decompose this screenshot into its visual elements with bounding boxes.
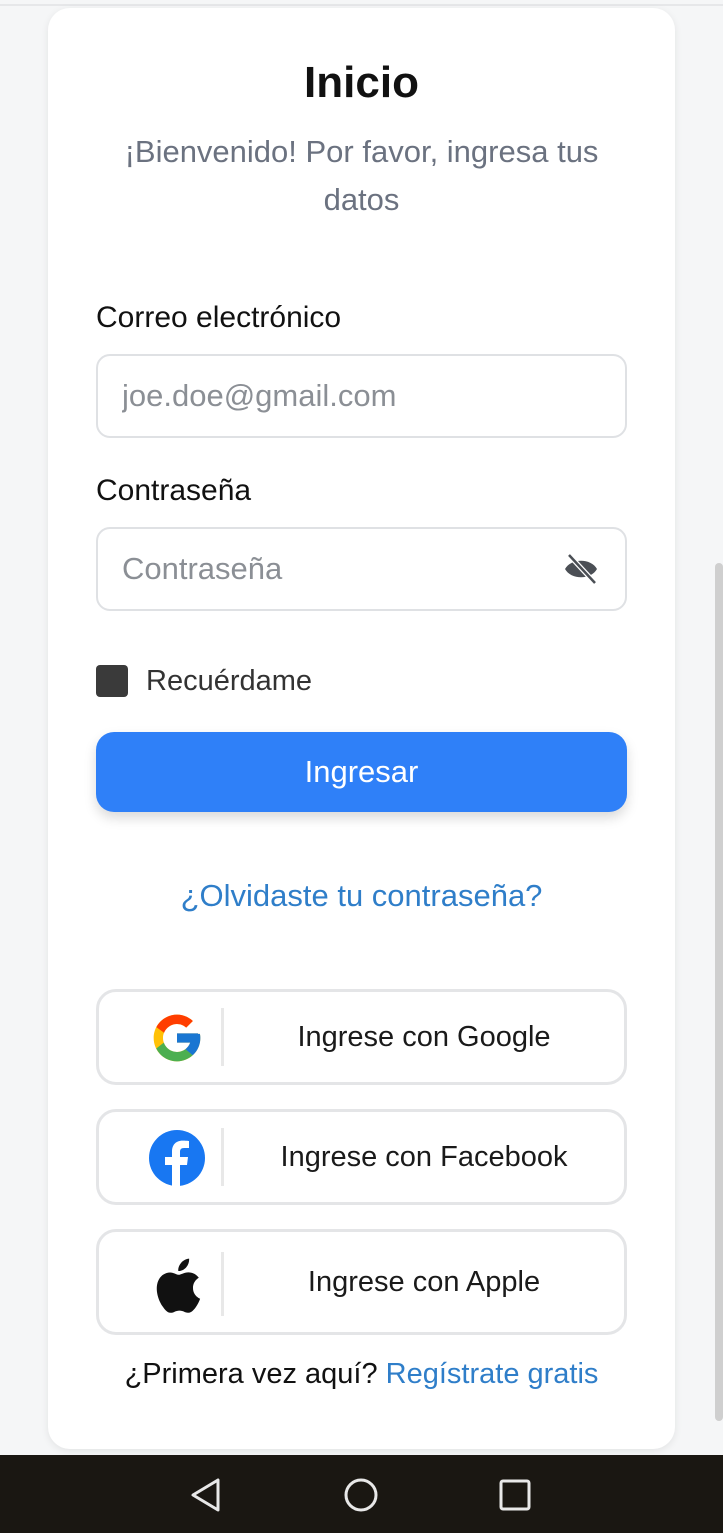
signup-prompt: ¿Primera vez aquí? Regístrate gratis	[48, 1358, 675, 1391]
status-divider	[0, 4, 723, 6]
back-icon[interactable]	[188, 1477, 224, 1513]
system-nav-bar	[0, 1455, 723, 1533]
login-button[interactable]: Ingresar	[96, 732, 627, 812]
password-field[interactable]	[122, 529, 562, 609]
recents-icon[interactable]	[497, 1477, 533, 1513]
remember-me: Recuérdame	[96, 661, 312, 701]
login-card: Inicio ¡Bienvenido! Por favor, ingresa t…	[48, 8, 675, 1449]
signup-link[interactable]: Regístrate gratis	[386, 1358, 599, 1390]
google-label: Ingrese con Google	[297, 1020, 551, 1053]
apple-icon	[147, 1256, 207, 1316]
home-icon[interactable]	[343, 1477, 379, 1513]
page-title: Inicio	[304, 58, 419, 107]
email-label: Correo electrónico	[96, 301, 342, 334]
remember-checkbox[interactable]	[96, 665, 128, 697]
apple-label: Ingrese con Apple	[307, 1265, 541, 1298]
google-login-button[interactable]: Ingrese con Google	[96, 989, 627, 1085]
forgot-password-link[interactable]: ¿Olvidaste tu contraseña?	[48, 878, 675, 914]
apple-login-button[interactable]: Ingrese con Apple	[96, 1229, 627, 1335]
facebook-icon	[147, 1128, 207, 1188]
signup-prompt-text: ¿Primera vez aquí?	[124, 1358, 378, 1390]
google-icon	[147, 1008, 207, 1068]
page-subtitle: ¡Bienvenido! Por favor, ingresa tus dato…	[124, 134, 599, 217]
scrollbar[interactable]	[715, 563, 723, 1421]
remember-label: Recuérdame	[146, 664, 313, 697]
facebook-label: Ingrese con Facebook	[280, 1140, 568, 1173]
password-label: Contraseña	[96, 474, 252, 507]
eye-off-icon[interactable]	[563, 551, 599, 587]
password-field-box	[96, 527, 627, 611]
email-field[interactable]	[122, 356, 562, 436]
email-field-box	[96, 354, 627, 438]
facebook-login-button[interactable]: Ingrese con Facebook	[96, 1109, 627, 1205]
